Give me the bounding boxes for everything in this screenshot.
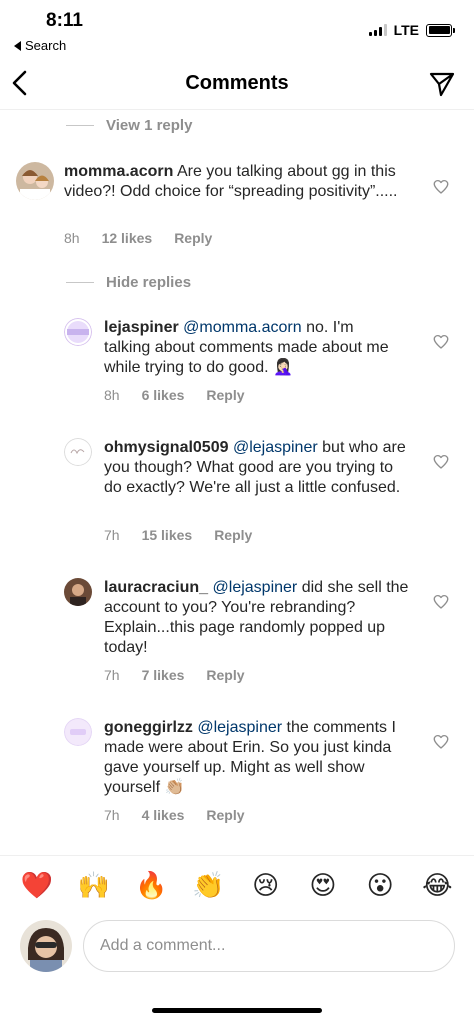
avatar[interactable] xyxy=(64,438,92,466)
comment-item: lauracraciun_ @lejaspiner did she sell t… xyxy=(64,578,474,688)
comment-username[interactable]: ohmysignal0509 xyxy=(104,439,229,456)
paper-plane-icon[interactable] xyxy=(428,70,456,98)
comment-username[interactable]: momma.acorn xyxy=(64,163,173,180)
avatar[interactable] xyxy=(64,578,92,606)
avatar[interactable] xyxy=(16,162,54,200)
emoji-heart-eyes-button[interactable]: 😍 xyxy=(306,869,340,903)
current-user-avatar xyxy=(20,920,72,972)
view-replies-label: View 1 reply xyxy=(106,117,193,134)
reply-button[interactable]: Reply xyxy=(206,667,244,683)
comment-time: 7h xyxy=(104,807,120,823)
comment-mention[interactable]: @momma.acorn xyxy=(183,319,302,336)
comment-time: 7h xyxy=(104,667,120,683)
comment-mention[interactable]: @lejaspiner xyxy=(213,579,298,596)
comment-meta: 8h 12 likes Reply xyxy=(64,230,212,246)
reply-button[interactable]: Reply xyxy=(174,230,212,246)
comment-time: 8h xyxy=(64,230,80,246)
comment-username[interactable]: lauracraciun_ xyxy=(104,579,208,596)
hide-replies-button[interactable]: Hide replies xyxy=(66,274,191,291)
emoji-surprised-button[interactable]: 😮 xyxy=(363,869,397,903)
network-type: LTE xyxy=(393,22,419,38)
emoji-crying-button[interactable]: 😢 xyxy=(249,869,283,903)
signal-strength-icon xyxy=(368,24,387,36)
comment-time: 7h xyxy=(104,527,120,543)
page-title: Comments xyxy=(185,72,289,94)
view-replies-button[interactable]: View 1 reply xyxy=(66,117,192,134)
comment-meta: 7h 7 likes Reply xyxy=(104,667,245,683)
status-bar: 8:11 Search LTE xyxy=(0,0,474,58)
back-to-search-link[interactable]: Search xyxy=(14,38,66,53)
reply-button[interactable]: Reply xyxy=(206,807,244,823)
comment-username[interactable]: goneggirlzz xyxy=(104,719,193,736)
comment-likes[interactable]: 4 likes xyxy=(142,807,185,823)
reply-button[interactable]: Reply xyxy=(214,527,252,543)
emoji-heart-button[interactable]: ❤️ xyxy=(20,869,54,903)
comment-likes[interactable]: 15 likes xyxy=(142,527,193,543)
comment-item: ohmysignal0509 @lejaspiner but who are y… xyxy=(64,438,474,548)
comment-meta: 7h 15 likes Reply xyxy=(104,527,252,543)
comment-likes[interactable]: 6 likes xyxy=(142,387,185,403)
thread-divider xyxy=(66,125,94,126)
back-to-search-label: Search xyxy=(25,38,67,53)
comment-item: lejaspiner @momma.acorn no. I'm talking … xyxy=(64,318,474,408)
comment-mention[interactable]: @lejaspiner xyxy=(233,439,318,456)
hide-replies-label: Hide replies xyxy=(106,274,192,291)
back-triangle-icon xyxy=(14,40,21,51)
comment-composer xyxy=(0,918,474,982)
comment-username[interactable]: lejaspiner xyxy=(104,319,179,336)
emoji-reaction-bar: ❤️ 🙌 🔥 👏 😢 😍 😮 😂 xyxy=(0,855,474,915)
comment-time: 8h xyxy=(104,387,120,403)
comment-item: momma.acorn Are you talking about gg in … xyxy=(16,162,474,252)
comment-meta: 8h 6 likes Reply xyxy=(104,387,245,403)
comment-meta: 7h 4 likes Reply xyxy=(104,807,245,823)
emoji-clap-button[interactable]: 👏 xyxy=(191,869,225,903)
heart-icon[interactable] xyxy=(432,593,450,611)
comment-input[interactable] xyxy=(83,920,455,972)
emoji-raised-hands-button[interactable]: 🙌 xyxy=(77,869,111,903)
emoji-laughing-button[interactable]: 😂 xyxy=(420,869,454,903)
comment-mention[interactable]: @lejaspiner xyxy=(197,719,282,736)
avatar[interactable] xyxy=(64,318,92,346)
emoji-fire-button[interactable]: 🔥 xyxy=(134,869,168,903)
navigation-bar: Comments xyxy=(0,58,474,110)
status-time: 8:11 xyxy=(46,10,83,31)
battery-icon xyxy=(426,23,455,37)
avatar[interactable] xyxy=(64,718,92,746)
reply-button[interactable]: Reply xyxy=(206,387,244,403)
status-indicators: LTE xyxy=(368,22,455,38)
home-indicator[interactable] xyxy=(152,1008,322,1013)
comment-item: goneggirlzz @lejaspiner the comments I m… xyxy=(64,718,474,828)
thread-divider xyxy=(66,282,94,283)
heart-icon[interactable] xyxy=(432,733,450,751)
heart-icon[interactable] xyxy=(432,333,450,351)
heart-icon[interactable] xyxy=(432,453,450,471)
comment-likes[interactable]: 7 likes xyxy=(142,667,185,683)
comment-likes[interactable]: 12 likes xyxy=(102,230,153,246)
heart-icon[interactable] xyxy=(432,178,450,196)
